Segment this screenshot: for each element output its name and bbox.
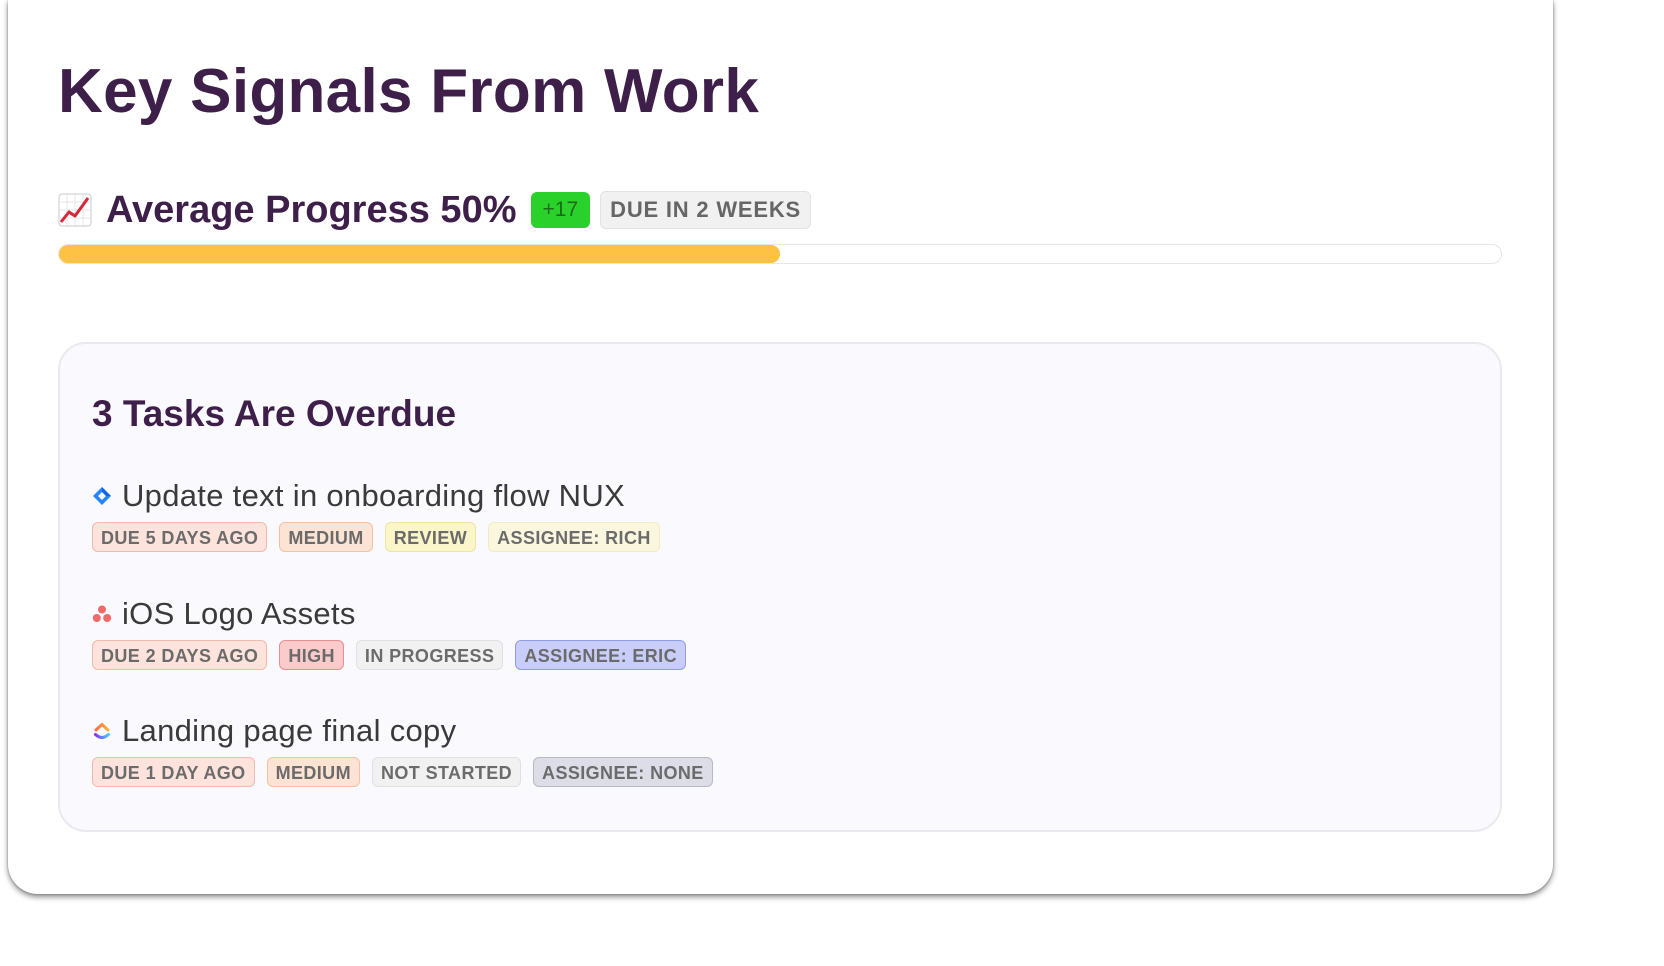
status-tag: REVIEW bbox=[384, 522, 477, 552]
progress-bar-fill bbox=[59, 245, 780, 263]
clickup-chevron-icon bbox=[92, 721, 112, 741]
priority-tag: MEDIUM bbox=[266, 757, 360, 787]
asana-dots-icon bbox=[92, 604, 112, 624]
overdue-task[interactable]: iOS Logo Assets DUE 2 DAYS AGO HIGH IN P… bbox=[92, 594, 698, 670]
due-tag: DUE 5 DAYS AGO bbox=[92, 522, 268, 552]
average-progress-label: Average Progress 50% bbox=[106, 188, 517, 231]
priority-tag: HIGH bbox=[279, 640, 344, 670]
page-title: Key Signals From Work bbox=[58, 57, 760, 126]
assignee-tag: ASSIGNEE: NONE bbox=[533, 757, 713, 787]
assignee-tag: ASSIGNEE: RICH bbox=[488, 522, 660, 552]
progress-delta-badge: +17 bbox=[530, 192, 591, 228]
overdue-task[interactable]: Landing page final copy DUE 1 DAY AGO ME… bbox=[92, 711, 725, 787]
status-tag: NOT STARTED bbox=[371, 757, 522, 787]
overdue-tasks-panel: 3 Tasks Are Overdue Update text in onboa… bbox=[58, 342, 1502, 832]
task-name[interactable]: iOS Logo Assets bbox=[122, 596, 356, 632]
jira-diamond-icon bbox=[92, 486, 112, 506]
task-name[interactable]: Update text in onboarding flow NUX bbox=[122, 478, 625, 514]
task-name[interactable]: Landing page final copy bbox=[122, 713, 456, 749]
progress-bar bbox=[58, 244, 1502, 264]
due-badge: DUE IN 2 WEEKS bbox=[600, 191, 812, 229]
chart-increasing-icon bbox=[58, 193, 92, 227]
overdue-task[interactable]: Update text in onboarding flow NUX DUE 5… bbox=[92, 476, 672, 552]
progress-summary: Average Progress 50% +17 DUE IN 2 WEEKS bbox=[58, 186, 812, 234]
priority-tag: MEDIUM bbox=[279, 522, 373, 552]
key-signals-card: Key Signals From Work Average Progress 5… bbox=[8, 0, 1553, 894]
assignee-tag: ASSIGNEE: ERIC bbox=[515, 640, 686, 670]
status-tag: IN PROGRESS bbox=[355, 640, 504, 670]
due-tag: DUE 2 DAYS AGO bbox=[92, 640, 268, 670]
overdue-title: 3 Tasks Are Overdue bbox=[92, 393, 457, 434]
due-tag: DUE 1 DAY AGO bbox=[92, 757, 255, 787]
